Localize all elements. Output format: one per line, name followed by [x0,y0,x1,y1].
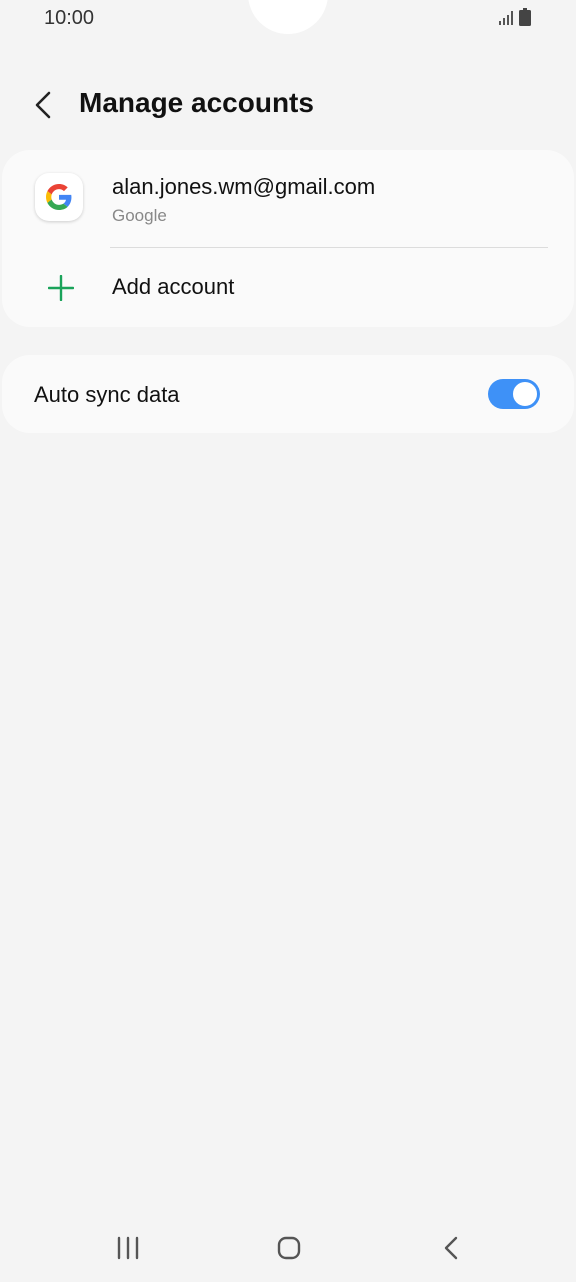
home-button[interactable] [269,1228,309,1268]
auto-sync-label: Auto sync data [34,382,180,407]
google-account-tile [35,173,83,221]
account-email: alan.jones.wm@gmail.com [112,174,376,199]
back-button[interactable] [22,84,66,128]
toggle-knob [511,380,539,408]
recents-icon [117,1236,139,1260]
status-bar: 10:00 [0,0,576,40]
header: Manage accounts [0,70,576,140]
status-time: 10:00 [44,7,95,29]
google-icon [46,184,72,210]
auto-sync-card: Auto sync data [2,355,574,433]
back-icon [444,1236,458,1260]
chevron-left-icon [35,91,51,119]
add-account-label: Add account [112,274,235,299]
home-icon [277,1236,301,1260]
account-type: Google [112,206,167,225]
auto-sync-toggle[interactable] [488,379,540,409]
account-item-google[interactable]: alan.jones.wm@gmail.com Google [2,150,574,248]
camera-notch [248,0,328,34]
accounts-card: alan.jones.wm@gmail.com Google Add accou… [2,150,574,327]
signal-icon [499,11,513,25]
phone-screen: 10:00 Manage accounts alan.jones.wm@gmai… [0,0,576,1282]
plus-icon [48,275,74,301]
battery-icon [519,8,531,26]
recents-button[interactable] [108,1228,148,1268]
navigation-bar [0,1222,576,1272]
add-account-button[interactable]: Add account [2,248,574,327]
page-title: Manage accounts [79,87,314,118]
nav-back-button[interactable] [431,1228,471,1268]
